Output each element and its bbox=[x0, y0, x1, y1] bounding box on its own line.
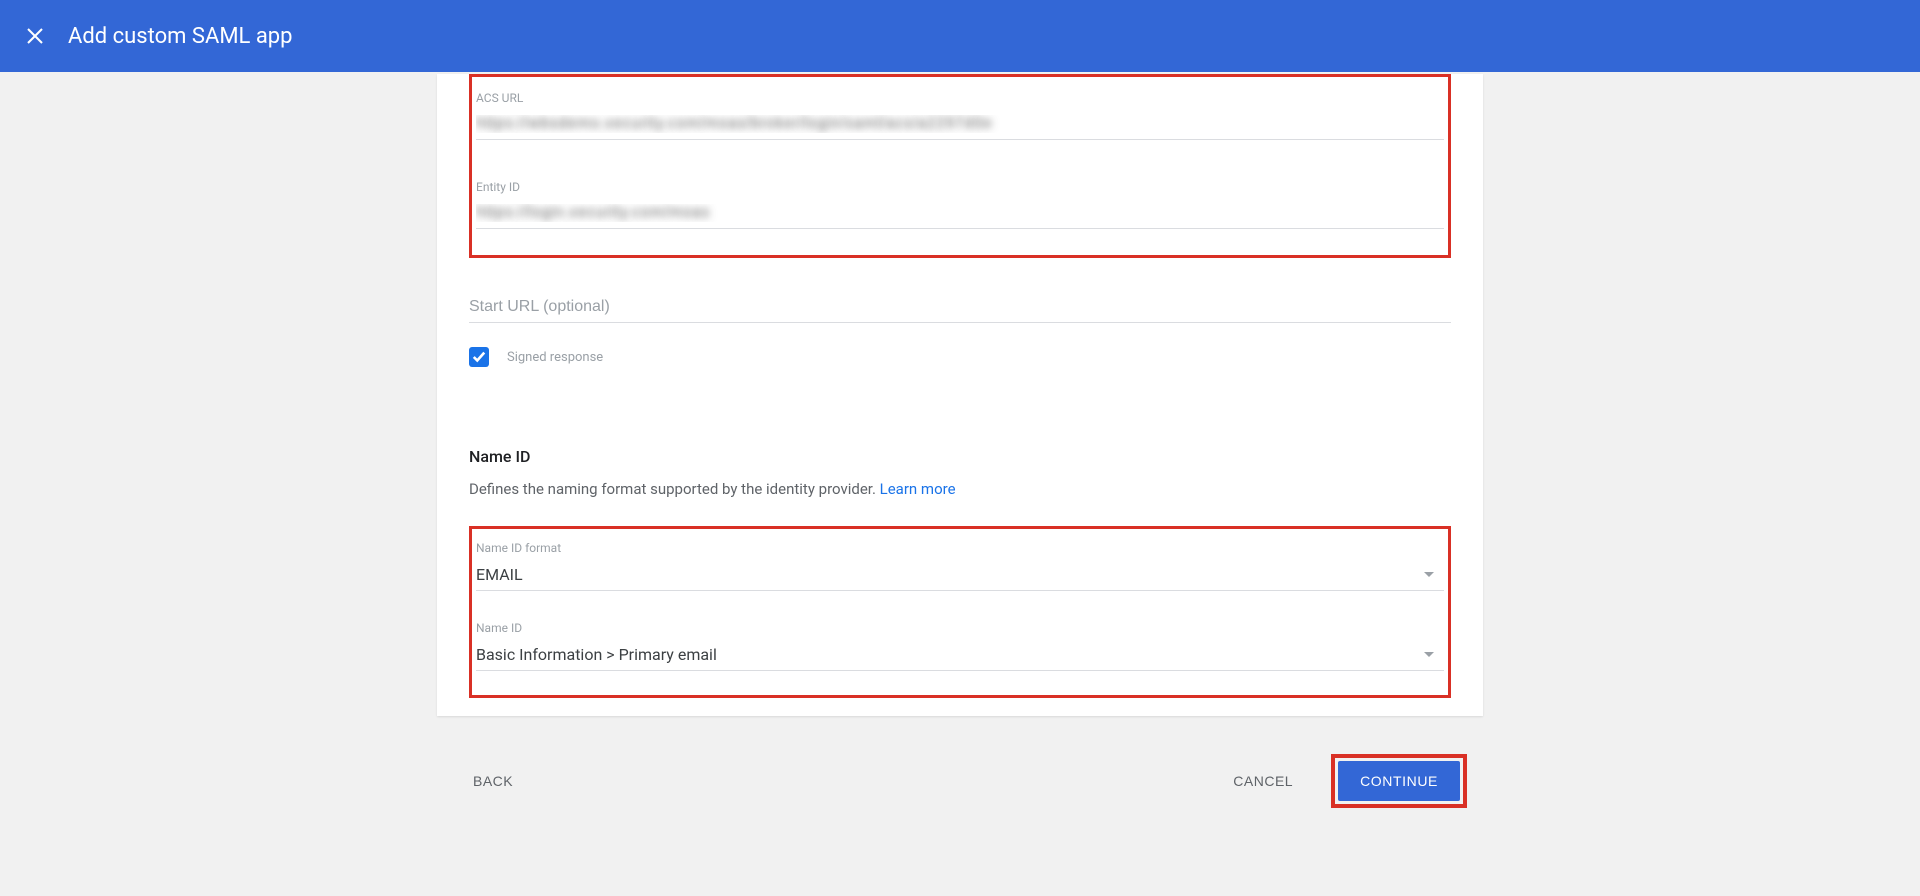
name-id-description: Defines the naming format supported by t… bbox=[469, 480, 1451, 498]
footer-actions: BACK CANCEL CONTINUE bbox=[437, 716, 1483, 848]
acs-url-label: ACS URL bbox=[476, 91, 1444, 105]
field-entity-id: Entity ID bbox=[476, 180, 1444, 229]
name-id-format-label: Name ID format bbox=[476, 541, 1444, 555]
close-icon[interactable] bbox=[24, 25, 46, 47]
signed-response-label: Signed response bbox=[507, 350, 603, 365]
signed-response-checkbox[interactable] bbox=[469, 347, 489, 367]
field-name-id: Name ID Basic Information > Primary emai… bbox=[476, 621, 1444, 671]
chevron-down-icon bbox=[1424, 652, 1434, 657]
form-card: ACS URL Entity ID Signed response Name I… bbox=[437, 74, 1483, 716]
field-start-url bbox=[469, 294, 1451, 323]
content-scroll[interactable]: ACS URL Entity ID Signed response Name I… bbox=[0, 72, 1920, 896]
dialog-title: Add custom SAML app bbox=[68, 24, 293, 49]
continue-button[interactable]: CONTINUE bbox=[1338, 761, 1460, 801]
chevron-down-icon bbox=[1424, 572, 1434, 577]
name-id-select[interactable]: Basic Information > Primary email bbox=[476, 641, 1444, 671]
signed-response-row: Signed response bbox=[469, 347, 1451, 367]
name-id-heading: Name ID bbox=[469, 447, 1451, 466]
field-acs-url: ACS URL bbox=[476, 91, 1444, 140]
highlight-continue: CONTINUE bbox=[1331, 754, 1467, 808]
entity-id-label: Entity ID bbox=[476, 180, 1444, 194]
name-id-format-select[interactable]: EMAIL bbox=[476, 561, 1444, 591]
back-button[interactable]: BACK bbox=[469, 765, 517, 797]
field-name-id-format: Name ID format EMAIL bbox=[476, 541, 1444, 591]
name-id-value: Basic Information > Primary email bbox=[476, 645, 717, 664]
start-url-input[interactable] bbox=[469, 294, 1451, 323]
dialog-header: Add custom SAML app bbox=[0, 0, 1920, 72]
cancel-button[interactable]: CANCEL bbox=[1229, 765, 1297, 797]
entity-id-input[interactable] bbox=[476, 200, 1444, 229]
acs-url-input[interactable] bbox=[476, 111, 1444, 140]
learn-more-link[interactable]: Learn more bbox=[880, 480, 956, 498]
name-id-description-text: Defines the naming format supported by t… bbox=[469, 480, 880, 498]
name-id-label: Name ID bbox=[476, 621, 1444, 635]
highlight-name-id: Name ID format EMAIL Name ID Basic Infor… bbox=[469, 526, 1451, 698]
highlight-sp-details: ACS URL Entity ID bbox=[469, 74, 1451, 258]
name-id-format-value: EMAIL bbox=[476, 565, 523, 584]
